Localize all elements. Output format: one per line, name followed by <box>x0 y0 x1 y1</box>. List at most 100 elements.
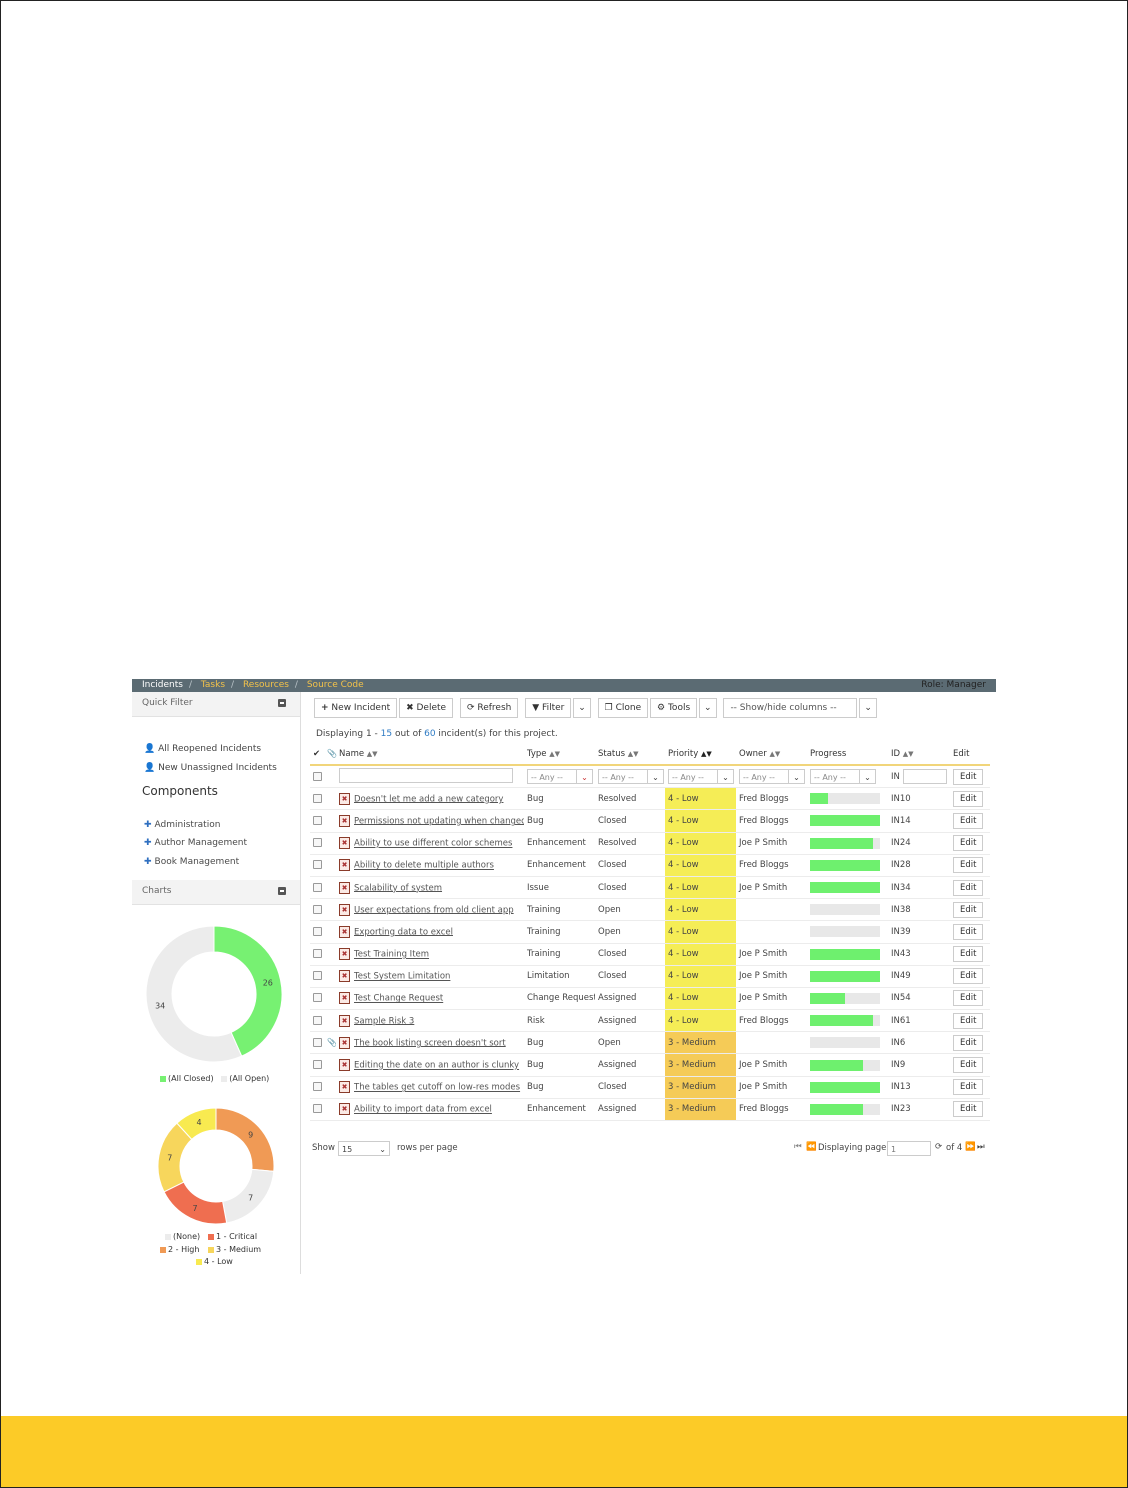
component-item-book-management[interactable]: ✚ Book Management <box>144 857 239 867</box>
progress-filter-select[interactable]: -- Any -- ⌄ <box>810 769 876 785</box>
collapse-icon[interactable] <box>278 699 286 707</box>
next-page-icon[interactable]: ⏩ <box>965 1142 976 1152</box>
sort-icon[interactable]: ▲▼ <box>769 750 780 758</box>
id-filter-input[interactable] <box>902 769 947 785</box>
priority-filter-select[interactable]: -- Any -- ⌄ <box>668 769 734 785</box>
edit-button[interactable]: Edit <box>953 857 984 874</box>
edit-button[interactable]: Edit <box>953 879 984 896</box>
name-filter-input[interactable] <box>339 767 513 783</box>
new-incident-button[interactable]: + New Incident <box>314 698 398 718</box>
incident-name-link[interactable]: Permissions not updating when changed <box>354 816 524 826</box>
incident-name-link[interactable]: Ability to import data from excel <box>354 1105 492 1115</box>
incident-name-link[interactable]: Test Change Request <box>354 994 443 1004</box>
row-checkbox[interactable] <box>313 882 322 892</box>
sort-icon[interactable]: ▲▼ <box>903 750 914 758</box>
clone-button[interactable]: ❐ Clone <box>597 698 649 718</box>
incident-name-link[interactable]: Ability to use different color schemes <box>354 839 512 849</box>
incident-name-link[interactable]: User expectations from old client app <box>354 905 514 915</box>
page-number-input[interactable]: 1 <box>887 1141 931 1156</box>
edit-button[interactable]: Edit <box>953 1057 984 1074</box>
rows-per-page-select[interactable]: 15 ⌄ <box>338 1141 390 1156</box>
collapse-icon[interactable] <box>278 887 286 895</box>
row-checkbox[interactable] <box>313 1060 322 1070</box>
select-value: -- Any -- <box>743 773 775 783</box>
edit-button[interactable]: Edit <box>953 1012 984 1029</box>
column-header-type[interactable]: Type ▲▼ <box>524 744 595 766</box>
tab-source-code[interactable]: Source Code <box>307 680 364 690</box>
component-item-author-management[interactable]: ✚ Author Management <box>144 838 247 848</box>
component-item-administration[interactable]: ✚ Administration <box>144 820 220 830</box>
quick-filter-item-unassigned[interactable]: 👤 New Unassigned Incidents <box>144 763 277 773</box>
quick-filter-item-reopened[interactable]: 👤 All Reopened Incidents <box>144 744 261 754</box>
row-checkbox[interactable] <box>313 1082 322 1092</box>
columns-dropdown-button[interactable]: ⌄ <box>859 698 877 718</box>
edit-button[interactable]: Edit <box>953 1079 984 1096</box>
incident-name-link[interactable]: Sample Risk 3 <box>354 1016 414 1026</box>
delete-button[interactable]: ✖ Delete <box>399 698 454 718</box>
status-filter-select[interactable]: -- Any -- ⌄ <box>598 769 664 785</box>
incident-name-link[interactable]: Doesn't let me add a new category <box>354 794 503 804</box>
filter-button[interactable]: ▼ Filter <box>525 698 572 718</box>
row-checkbox[interactable] <box>313 993 322 1003</box>
column-header-status[interactable]: Status ▲▼ <box>595 744 665 766</box>
row-checkbox[interactable] <box>313 904 322 914</box>
edit-button[interactable]: Edit <box>953 1101 984 1118</box>
refresh-button[interactable]: ⟳ Refresh <box>459 698 519 718</box>
select-all-checkbox[interactable] <box>313 771 322 781</box>
edit-button[interactable]: Edit <box>953 835 984 852</box>
column-header-owner[interactable]: Owner ▲▼ <box>736 744 807 766</box>
row-checkbox[interactable] <box>313 1104 322 1114</box>
incident-name-link[interactable]: The book listing screen doesn't sort <box>354 1038 506 1048</box>
row-checkbox[interactable] <box>313 815 322 825</box>
row-checkbox[interactable] <box>313 971 322 981</box>
incident-name-link[interactable]: Editing the date on an author is clunky <box>354 1061 519 1071</box>
edit-button[interactable]: Edit <box>953 946 984 963</box>
prev-page-icon[interactable]: ⏪ <box>806 1142 817 1152</box>
sort-icon[interactable]: ▲▼ <box>701 750 712 758</box>
row-checkbox[interactable] <box>313 926 322 936</box>
incident-status: Open <box>595 898 665 922</box>
column-header-priority[interactable]: Priority ▲▼ <box>665 744 736 766</box>
tab-tasks[interactable]: Tasks <box>201 680 225 690</box>
column-header-name[interactable]: Name ▲▼ <box>336 744 524 766</box>
filter-dropdown-button[interactable]: ⌄ <box>573 698 591 718</box>
filter-edit-button[interactable]: Edit <box>953 768 984 785</box>
row-checkbox[interactable] <box>313 793 322 803</box>
row-checkbox[interactable] <box>313 1037 322 1047</box>
show-hide-columns-select[interactable]: -- Show/hide columns -- <box>723 698 858 718</box>
owner-filter-select[interactable]: -- Any -- ⌄ <box>739 769 805 785</box>
last-page-icon[interactable]: ⏭ <box>977 1142 985 1152</box>
column-header-id[interactable]: ID ▲▼ <box>888 744 950 766</box>
edit-button[interactable]: Edit <box>953 1034 984 1051</box>
type-filter-select[interactable]: -- Any -- ⌄ <box>527 769 593 785</box>
row-checkbox[interactable] <box>313 860 322 870</box>
incident-id: IN39 <box>888 920 950 944</box>
incident-name-link[interactable]: Test System Limitation <box>354 972 450 982</box>
incident-name-link[interactable]: Scalability of system <box>354 883 442 893</box>
tab-resources[interactable]: Resources <box>243 680 289 690</box>
row-checkbox[interactable] <box>313 1015 322 1025</box>
edit-button[interactable]: Edit <box>953 923 984 940</box>
tab-incidents[interactable]: Incidents <box>142 680 183 690</box>
row-checkbox[interactable] <box>313 838 322 848</box>
incident-name-link[interactable]: Exporting data to excel <box>354 927 453 937</box>
row-checkbox[interactable] <box>313 949 322 959</box>
incident-status: Resolved <box>595 787 665 811</box>
first-page-icon[interactable]: ⏮ <box>794 1142 802 1152</box>
incident-name-link[interactable]: Test Training Item <box>354 950 429 960</box>
select-all-header[interactable]: ✔ <box>310 744 324 766</box>
refresh-page-icon[interactable]: ⟳ <box>935 1142 942 1152</box>
incident-name-link[interactable]: Ability to delete multiple authors <box>354 861 494 871</box>
sort-icon[interactable]: ▲▼ <box>367 750 378 758</box>
edit-button[interactable]: Edit <box>953 990 984 1007</box>
progress-bar <box>810 1015 880 1027</box>
edit-button[interactable]: Edit <box>953 812 984 829</box>
sort-icon[interactable]: ▲▼ <box>628 750 639 758</box>
sort-icon[interactable]: ▲▼ <box>549 750 560 758</box>
tools-button[interactable]: ⚙ Tools <box>650 698 698 718</box>
incident-name-link[interactable]: The tables get cutoff on low-res modes <box>354 1083 520 1093</box>
tools-dropdown-button[interactable]: ⌄ <box>699 698 717 718</box>
edit-button[interactable]: Edit <box>953 790 984 807</box>
edit-button[interactable]: Edit <box>953 968 984 985</box>
edit-button[interactable]: Edit <box>953 901 984 918</box>
